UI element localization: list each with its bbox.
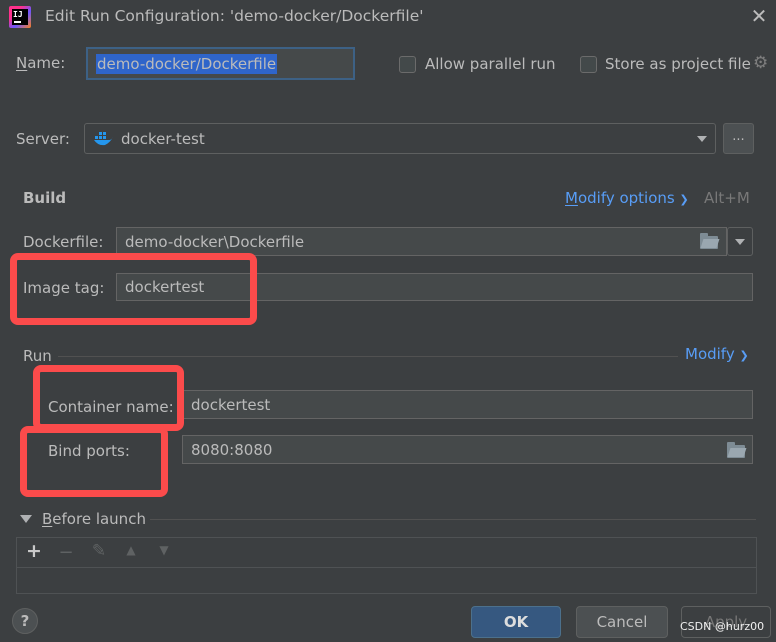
allow-parallel-run-label[interactable]: Allow parallel run: [425, 55, 556, 73]
store-as-project-file-label[interactable]: Store as project file: [605, 55, 751, 73]
before-launch-title[interactable]: Before launch: [42, 510, 146, 528]
container-name-input-value: dockertest: [191, 395, 271, 414]
chevron-down-icon: [735, 238, 745, 245]
dockerfile-input[interactable]: demo-docker\Dockerfile: [116, 227, 727, 256]
edit-icon[interactable]: ✎: [89, 541, 109, 563]
window-title: Edit Run Configuration: 'demo-docker/Doc…: [45, 7, 424, 25]
bind-ports-input[interactable]: 8080:8080: [182, 435, 753, 464]
allow-parallel-run-checkbox[interactable]: [399, 56, 416, 73]
folder-icon[interactable]: [700, 233, 718, 249]
gear-icon[interactable]: ⚙: [753, 53, 768, 73]
modify-link-label: Modify: [685, 345, 735, 363]
before-launch-separator: [150, 519, 756, 520]
dockerfile-input-value: demo-docker\Dockerfile: [125, 232, 305, 251]
ok-button[interactable]: OK: [471, 606, 561, 638]
folder-shape: [727, 442, 745, 458]
server-select-value: docker-test: [121, 129, 205, 148]
collapse-triangle-icon[interactable]: [20, 515, 32, 523]
modify-options-shortcut: Alt+M: [704, 189, 750, 207]
chevron-down-icon: [697, 135, 707, 142]
annotation-box-container-name: [33, 365, 184, 431]
move-down-icon[interactable]: ▼: [154, 543, 174, 563]
container-name-input[interactable]: dockertest: [182, 390, 753, 419]
run-separator: [58, 356, 678, 357]
server-label: Server:: [16, 130, 70, 148]
intellij-app-icon: IJ: [9, 6, 31, 28]
chevron-down-icon: ❯: [679, 193, 689, 206]
folder-shape: [700, 233, 718, 249]
add-icon[interactable]: +: [24, 540, 44, 564]
name-label: Name:: [16, 54, 66, 72]
name-input-value: demo-docker/Dockerfile: [96, 53, 278, 74]
cancel-button[interactable]: Cancel: [576, 606, 668, 638]
server-browse-button[interactable]: ...: [723, 123, 754, 154]
dockerfile-label: Dockerfile:: [23, 233, 104, 251]
annotation-box-image-tag: [10, 253, 257, 325]
annotation-box-bind-ports: [20, 426, 168, 497]
chevron-down-icon: ❯: [739, 349, 749, 362]
modify-options-link[interactable]: Modify options ❯: [565, 189, 689, 207]
modify-link[interactable]: Modify ❯: [685, 345, 749, 363]
store-as-project-file-checkbox[interactable]: [580, 56, 597, 73]
docker-icon: [94, 131, 113, 145]
server-select[interactable]: docker-test: [84, 123, 716, 154]
help-button[interactable]: ?: [12, 608, 38, 634]
watermark: CSDN @hurz00: [680, 620, 765, 633]
run-section-title: Run: [23, 347, 52, 365]
bind-ports-input-value: 8080:8080: [191, 440, 273, 459]
remove-icon[interactable]: −: [56, 542, 76, 564]
move-up-icon[interactable]: ▲: [121, 543, 141, 563]
dockerfile-dropdown-button[interactable]: [727, 227, 753, 256]
build-section-title: Build: [23, 189, 67, 207]
close-icon[interactable]: ✕: [748, 4, 770, 28]
before-launch-toolbar-divider: [17, 567, 756, 568]
folder-icon[interactable]: [727, 442, 745, 458]
name-input[interactable]: demo-docker/Dockerfile: [86, 47, 355, 80]
